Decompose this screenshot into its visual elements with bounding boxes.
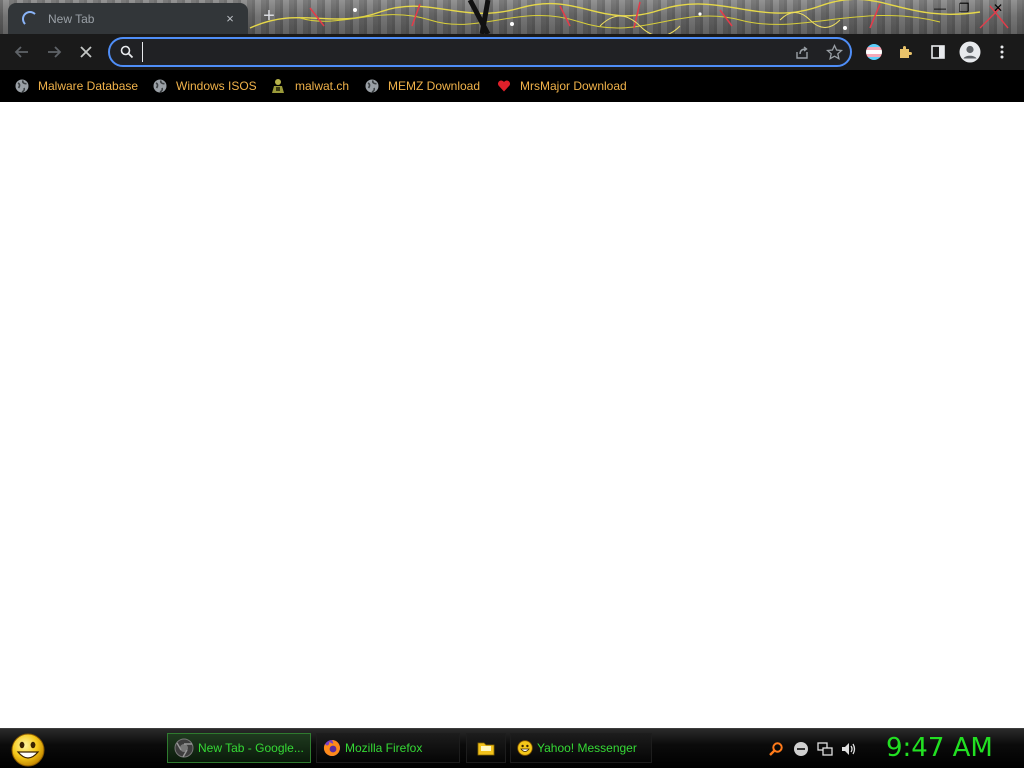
arrow-right-icon <box>48 46 62 58</box>
bookmark-label: Windows ISOS <box>176 79 257 93</box>
taskbar-item-folder[interactable] <box>466 733 506 763</box>
bookmark-label: MEMZ Download <box>388 79 481 93</box>
bookmark-label: malwat.ch <box>295 79 350 93</box>
folder-icon <box>477 742 495 756</box>
taskbar-item-label: New Tab - Google... <box>198 741 304 755</box>
do-not-disturb-icon[interactable] <box>793 741 809 757</box>
globe-icon <box>153 79 167 93</box>
account-avatar-icon <box>959 41 981 63</box>
malwatch-icon <box>272 79 284 93</box>
window-close-button[interactable]: ✕ <box>982 0 1014 18</box>
search-icon <box>120 45 134 59</box>
globe-icon <box>15 79 29 93</box>
extensions-button[interactable] <box>894 40 918 64</box>
smiley-start-icon <box>11 733 45 767</box>
address-bar[interactable] <box>108 37 852 67</box>
loading-spinner-icon <box>22 10 38 27</box>
taskbar-item-yahoo-messenger[interactable]: Yahoo! Messenger <box>510 733 652 763</box>
taskbar-item-label: Mozilla Firefox <box>345 741 423 755</box>
taskbar: New Tab - Google... Mozilla Firefox Yaho… <box>0 728 1024 768</box>
taskbar-item-firefox[interactable]: Mozilla Firefox <box>316 733 460 763</box>
puzzle-icon <box>900 46 912 58</box>
bookmark-malware-database[interactable]: Malware Database <box>15 76 138 96</box>
title-bar: New Tab × + — ❐ ✕ <box>0 0 1024 34</box>
profile-flag-button[interactable] <box>862 40 886 64</box>
stop-x-icon <box>80 46 92 58</box>
taskbar-item-chrome[interactable]: New Tab - Google... <box>167 733 311 763</box>
browser-toolbar <box>0 34 1024 70</box>
globe-icon <box>365 79 379 93</box>
bookmark-star-icon[interactable] <box>826 44 843 61</box>
tab-title: New Tab <box>48 11 95 26</box>
chrome-icon <box>174 738 194 758</box>
chrome-menu-button[interactable] <box>990 40 1014 64</box>
page-content-area[interactable] <box>0 102 1024 728</box>
back-button[interactable] <box>10 40 34 64</box>
tab-close-icon[interactable]: × <box>222 11 238 26</box>
forward-button[interactable] <box>42 40 66 64</box>
side-panel-button[interactable] <box>926 40 950 64</box>
volume-icon[interactable] <box>841 741 857 757</box>
bookmark-malwatch[interactable]: malwat.ch <box>270 76 349 96</box>
heart-icon <box>497 80 511 92</box>
bookmark-label: Malware Database <box>38 79 139 93</box>
taskbar-item-label: Yahoo! Messenger <box>537 741 637 755</box>
bookmarks-bar: Malware Database Windows ISOS malwat.ch … <box>0 70 1024 102</box>
arrow-left-icon <box>14 46 28 58</box>
taskbar-clock[interactable]: 9:47 AM <box>886 733 993 763</box>
yahoo-messenger-icon <box>517 740 533 756</box>
profile-button[interactable] <box>958 40 982 64</box>
start-button[interactable] <box>8 731 48 767</box>
network-icon[interactable] <box>817 741 833 757</box>
kebab-menu-icon <box>1000 45 1004 59</box>
bookmark-mrsmajor-download[interactable]: MrsMajor Download <box>497 76 627 96</box>
side-panel-icon <box>931 45 945 59</box>
new-tab-button[interactable]: + <box>259 6 279 26</box>
address-input[interactable] <box>142 42 772 62</box>
stop-button[interactable] <box>74 40 98 64</box>
restore-button[interactable]: ❐ <box>948 0 980 18</box>
bookmark-memz-download[interactable]: MEMZ Download <box>365 76 480 96</box>
search-tray-icon[interactable] <box>768 741 784 757</box>
browser-tab[interactable]: New Tab × <box>8 3 248 34</box>
flag-extension-icon <box>866 44 882 60</box>
share-icon[interactable] <box>794 45 810 61</box>
bookmark-label: MrsMajor Download <box>520 79 627 93</box>
bookmark-windows-isos[interactable]: Windows ISOS <box>153 76 257 96</box>
firefox-icon <box>323 740 340 756</box>
